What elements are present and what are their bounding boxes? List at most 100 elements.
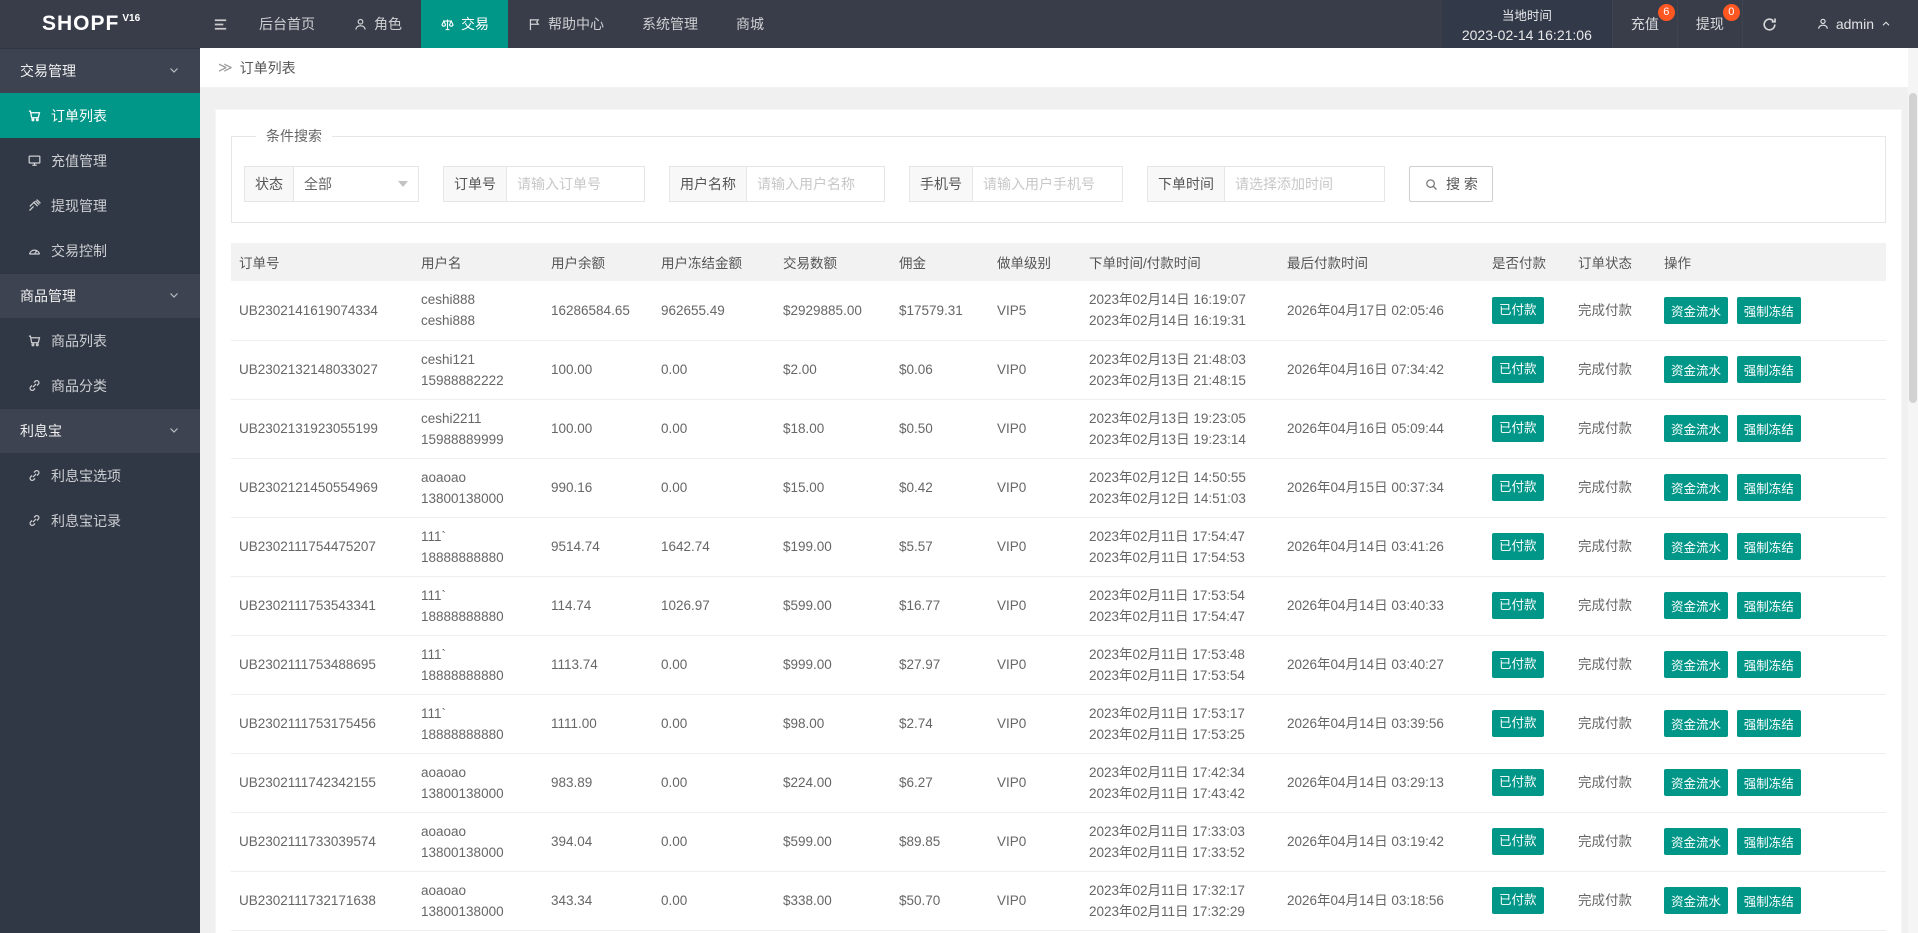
fund-flow-button[interactable]: 资金流水 <box>1664 828 1729 855</box>
username-cell: 111` 18888888880 <box>413 635 543 695</box>
navbar-right: 当地时间 2023-02-14 16:21:06 充值 6 提现 0 admin <box>1441 0 1918 48</box>
sidebar-item-order-list[interactable]: 订单列表 <box>0 93 200 138</box>
search-button[interactable]: 搜 索 <box>1409 166 1493 202</box>
nav-item-trade[interactable]: 交易 <box>421 0 508 48</box>
force-freeze-button[interactable]: 强制冻结 <box>1736 296 1801 324</box>
col-order-status: 订单状态 <box>1570 243 1656 281</box>
force-freeze-button[interactable]: 强制冻结 <box>1736 474 1801 501</box>
level-cell: VIP0 <box>989 458 1081 518</box>
pay-time: 2023年02月11日 17:53:54 <box>1089 667 1245 683</box>
order-time-cell: 2023年02月11日 17:53:48 2023年02月11日 17:53:5… <box>1081 635 1279 695</box>
order-time-input[interactable] <box>1225 166 1385 202</box>
username-line1: ceshi2211 <box>421 410 482 426</box>
level-cell: VIP0 <box>989 399 1081 459</box>
nav-item-system[interactable]: 系统管理 <box>623 0 717 48</box>
sidebar-item-lixibao-options[interactable]: 利息宝选项 <box>0 453 200 498</box>
force-freeze-button[interactable]: 强制冻结 <box>1736 828 1801 855</box>
phone-input[interactable] <box>973 166 1123 202</box>
sidebar-item-label: 商品分类 <box>51 377 107 394</box>
chevron-down-icon <box>168 63 180 79</box>
force-freeze-button[interactable]: 强制冻结 <box>1736 651 1801 678</box>
balance-cell: 100.00 <box>543 399 653 459</box>
amount-cell: $18.00 <box>775 399 891 459</box>
order-no-input[interactable] <box>507 166 645 202</box>
fund-flow-button[interactable]: 资金流水 <box>1664 296 1729 324</box>
fund-flow-button[interactable]: 资金流水 <box>1664 710 1729 737</box>
cart-icon <box>28 335 41 347</box>
level-cell: VIP0 <box>989 576 1081 636</box>
nav-item-roles[interactable]: 角色 <box>334 0 421 48</box>
username-cell: 111` 18888888880 <box>413 517 543 577</box>
sidebar-item-lixibao-records[interactable]: 利息宝记录 <box>0 498 200 543</box>
nav-item-dashboard[interactable]: 后台首页 <box>240 0 334 48</box>
sidebar-item-product-category[interactable]: 商品分类 <box>0 363 200 408</box>
username-line1: 111` <box>421 587 447 603</box>
sidebar-group-lixibao[interactable]: 利息宝 <box>0 408 200 453</box>
scrollbar-thumb[interactable] <box>1909 93 1917 403</box>
fund-flow-button[interactable]: 资金流水 <box>1664 356 1729 383</box>
fund-flow-button[interactable]: 资金流水 <box>1664 474 1729 501</box>
order-time-cell: 2023年02月11日 17:42:34 2023年02月11日 17:43:4… <box>1081 753 1279 813</box>
nav-item-help-center[interactable]: 帮助中心 <box>508 0 623 48</box>
frozen-cell: 0.00 <box>653 694 775 754</box>
nav-item-mall[interactable]: 商城 <box>717 0 783 48</box>
force-freeze-button[interactable]: 强制冻结 <box>1736 887 1801 914</box>
username-line2: 15988889999 <box>421 431 504 447</box>
actions-cell: 资金流水 强制冻结 <box>1656 635 1886 695</box>
refresh-icon[interactable] <box>1741 0 1796 48</box>
sidebar-item-recharge-management[interactable]: 充值管理 <box>0 138 200 183</box>
app-logo: SHOPF V16 <box>0 0 200 48</box>
commission-cell: $89.85 <box>891 812 989 872</box>
fund-flow-button[interactable]: 资金流水 <box>1664 651 1729 678</box>
nav-item-label: 后台首页 <box>259 16 315 32</box>
user-menu[interactable]: admin <box>1796 0 1918 48</box>
level-cell: VIP0 <box>989 517 1081 577</box>
level-cell: VIP0 <box>989 871 1081 931</box>
col-actions: 操作 <box>1656 243 1886 281</box>
sidebar-group-product-management[interactable]: 商品管理 <box>0 273 200 318</box>
status-select[interactable]: 全部 <box>294 166 419 202</box>
force-freeze-button[interactable]: 强制冻结 <box>1736 769 1801 796</box>
recharge-link[interactable]: 充值 6 <box>1611 0 1677 48</box>
paid-badge: 已付款 <box>1492 710 1544 737</box>
username: admin <box>1835 16 1874 32</box>
fund-flow-button[interactable]: 资金流水 <box>1664 592 1729 619</box>
order-time-cell: 2023年02月11日 17:33:03 2023年02月11日 17:33:5… <box>1081 812 1279 872</box>
commission-cell: $6.27 <box>891 753 989 813</box>
fund-flow-button[interactable]: 资金流水 <box>1664 415 1729 442</box>
col-commission: 佣金 <box>891 243 989 281</box>
force-freeze-button[interactable]: 强制冻结 <box>1736 415 1801 442</box>
fund-flow-button[interactable]: 资金流水 <box>1664 887 1729 914</box>
pay-time: 2023年02月11日 17:33:52 <box>1089 844 1245 860</box>
sidebar-item-withdraw-management[interactable]: 提现管理 <box>0 183 200 228</box>
frozen-cell: 0.00 <box>653 635 775 695</box>
username-line2: ceshi888 <box>421 313 476 329</box>
force-freeze-button[interactable]: 强制冻结 <box>1736 710 1801 737</box>
paid-cell: 已付款 <box>1484 281 1570 341</box>
withdraw-link[interactable]: 提现 0 <box>1676 0 1742 48</box>
force-freeze-button[interactable]: 强制冻结 <box>1736 592 1801 619</box>
sidebar-item-product-list[interactable]: 商品列表 <box>0 318 200 363</box>
amount-cell: $2.00 <box>775 340 891 400</box>
vertical-scrollbar[interactable] <box>1908 48 1918 933</box>
order-time: 2023年02月13日 19:23:05 <box>1089 410 1246 426</box>
table-row: UB2302111753175456 111` 18888888880 1111… <box>231 694 1886 754</box>
sidebar-item-label: 订单列表 <box>51 107 107 124</box>
paid-badge: 已付款 <box>1492 828 1544 855</box>
fund-flow-button[interactable]: 资金流水 <box>1664 769 1729 796</box>
force-freeze-button[interactable]: 强制冻结 <box>1736 356 1801 383</box>
fund-flow-button[interactable]: 资金流水 <box>1664 533 1729 560</box>
sidebar-item-trade-control[interactable]: 交易控制 <box>0 228 200 273</box>
logo-text: SHOPF <box>42 12 120 35</box>
double-angle-icon: ≫ <box>218 59 233 75</box>
username-line1: aoaoao <box>421 469 467 485</box>
last-pay-time-cell: 2026年04月14日 03:40:27 <box>1279 635 1484 695</box>
hamburger-icon[interactable] <box>200 0 240 48</box>
paid-cell: 已付款 <box>1484 694 1570 754</box>
status-cell: 完成付款 <box>1570 871 1656 931</box>
username-input[interactable] <box>747 166 885 202</box>
sidebar-group-trade-management[interactable]: 交易管理 <box>0 48 200 93</box>
username-line1: aoaoao <box>421 882 467 898</box>
force-freeze-button[interactable]: 强制冻结 <box>1736 533 1801 560</box>
order-time-cell: 2023年02月11日 17:32:17 2023年02月11日 17:32:2… <box>1081 871 1279 931</box>
